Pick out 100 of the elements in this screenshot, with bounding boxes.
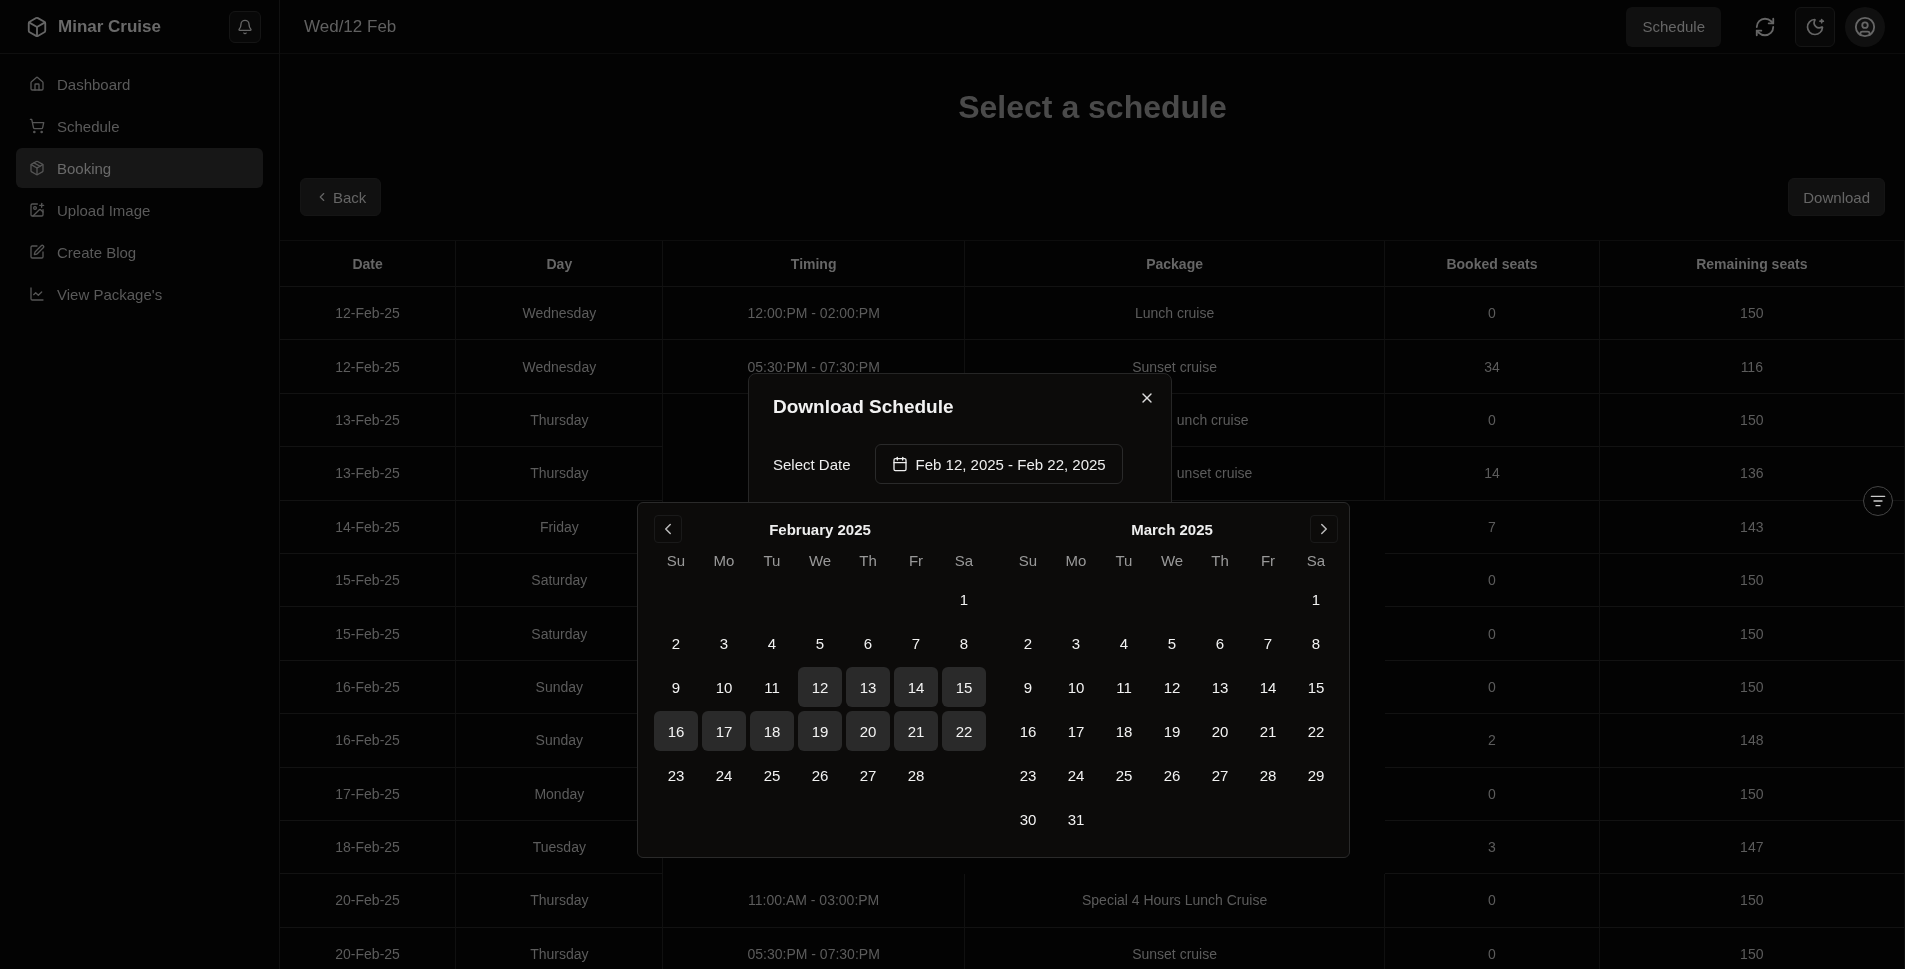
calendar-day[interactable]: 1 xyxy=(942,579,986,619)
calendar-day[interactable]: 1 xyxy=(1294,579,1338,619)
calendar-day[interactable]: 22 xyxy=(1294,711,1338,751)
table-cell: 18-Feb-25 xyxy=(280,820,457,875)
calendar-day[interactable]: 3 xyxy=(1054,623,1098,663)
calendar-day[interactable]: 31 xyxy=(1054,799,1098,839)
calendar-day[interactable]: 25 xyxy=(750,755,794,795)
moon-icon xyxy=(1805,16,1825,37)
column-header: Date xyxy=(280,241,457,287)
calendar-day[interactable]: 30 xyxy=(1006,799,1050,839)
calendar-day[interactable]: 28 xyxy=(894,755,938,795)
weekday-label: Fr xyxy=(1259,550,1277,571)
calendar-day[interactable]: 14 xyxy=(894,667,938,707)
table-cell: 12-Feb-25 xyxy=(280,340,457,394)
calendar-day[interactable]: 11 xyxy=(1102,667,1146,707)
calendar-day[interactable]: 16 xyxy=(1006,711,1050,751)
calendar-day[interactable]: 14 xyxy=(1246,667,1290,707)
calendar-day[interactable]: 21 xyxy=(1246,711,1290,751)
table-cell: 150 xyxy=(1599,393,1905,448)
calendar-day[interactable]: 11 xyxy=(750,667,794,707)
column-header: Timing xyxy=(663,241,965,287)
theme-button[interactable] xyxy=(1795,6,1835,47)
calendar-day[interactable]: 20 xyxy=(846,711,890,751)
calendar-day[interactable]: 4 xyxy=(1102,623,1146,663)
calendar-day[interactable]: 18 xyxy=(1102,711,1146,751)
chart-icon xyxy=(29,286,45,302)
calendar-day[interactable]: 6 xyxy=(1198,623,1242,663)
current-date: Wed/12 Feb xyxy=(304,16,398,37)
calendar-day[interactable]: 6 xyxy=(846,623,890,663)
calendar-day[interactable]: 19 xyxy=(798,711,842,751)
calendar-day[interactable]: 2 xyxy=(1006,623,1050,663)
previous-month-button[interactable] xyxy=(654,515,682,543)
calendar-day[interactable]: 13 xyxy=(846,667,890,707)
table-cell: 11:00:AM - 03:00:PM xyxy=(663,874,965,928)
table-cell: 150 xyxy=(1599,927,1905,969)
table-cell: 150 xyxy=(1599,553,1905,608)
calendar-day[interactable]: 24 xyxy=(1054,755,1098,795)
weekday-label: Su xyxy=(665,550,687,571)
table-cell: 116 xyxy=(1599,340,1905,394)
calendar-day[interactable]: 17 xyxy=(702,711,746,751)
calendar-day[interactable]: 10 xyxy=(1054,667,1098,707)
next-month-button[interactable] xyxy=(1310,515,1338,543)
table-cell: 147 xyxy=(1599,820,1905,875)
calendar-day[interactable]: 9 xyxy=(1006,667,1050,707)
calendar-day[interactable]: 22 xyxy=(942,711,986,751)
calendar-day[interactable]: 8 xyxy=(1294,623,1338,663)
calendar-day[interactable]: 21 xyxy=(894,711,938,751)
brand-name: Minar Cruise xyxy=(58,16,162,37)
calendar-day[interactable]: 12 xyxy=(1150,667,1194,707)
calendar-day[interactable]: 8 xyxy=(942,623,986,663)
weekday-label: Tu xyxy=(762,550,782,571)
calendar-day[interactable]: 26 xyxy=(798,755,842,795)
calendar-day[interactable]: 7 xyxy=(894,623,938,663)
calendar-day[interactable]: 4 xyxy=(750,623,794,663)
weekday-label: Mo xyxy=(712,550,736,571)
calendar-day[interactable]: 7 xyxy=(1246,623,1290,663)
calendar-day[interactable]: 18 xyxy=(750,711,794,751)
table-cell: Lunch cruise xyxy=(964,287,1386,341)
table-cell: 12-Feb-25 xyxy=(280,287,457,341)
calendar-day[interactable]: 20 xyxy=(1198,711,1242,751)
filter-button[interactable] xyxy=(1863,486,1893,516)
table-cell: 17-Feb-25 xyxy=(280,767,457,821)
weekday-label: Sa xyxy=(953,550,975,571)
dialog-title: Download Schedule xyxy=(773,396,955,418)
table-cell: Thursday xyxy=(456,927,664,969)
calendar-day[interactable]: 16 xyxy=(654,711,698,751)
calendar-day[interactable]: 24 xyxy=(702,755,746,795)
calendar-day[interactable]: 13 xyxy=(1198,667,1242,707)
table-cell: 2 xyxy=(1385,714,1600,768)
weekday-label: Su xyxy=(1017,550,1039,571)
calendar-day[interactable]: 28 xyxy=(1246,755,1290,795)
calendar-day[interactable]: 19 xyxy=(1150,711,1194,751)
table-cell: 150 xyxy=(1599,767,1905,821)
table-cell: 0 xyxy=(1385,874,1600,928)
calendar-day[interactable]: 10 xyxy=(702,667,746,707)
calendar-day[interactable]: 27 xyxy=(846,755,890,795)
notification-button[interactable] xyxy=(229,10,261,43)
user-button[interactable] xyxy=(1845,6,1885,47)
table-cell: 150 xyxy=(1599,607,1905,661)
calendar-day[interactable]: 5 xyxy=(798,623,842,663)
calendar-day[interactable]: 12 xyxy=(798,667,842,707)
table-cell: 0 xyxy=(1385,553,1600,608)
table-cell: 7 xyxy=(1385,500,1600,554)
table-cell: 05:30:PM - 07:30:PM xyxy=(663,927,965,969)
calendar-day[interactable]: 27 xyxy=(1198,755,1242,795)
calendar-day[interactable]: 25 xyxy=(1102,755,1146,795)
calendar-day[interactable]: 15 xyxy=(1294,667,1338,707)
package-icon xyxy=(29,160,45,176)
table-cell: 148 xyxy=(1599,714,1905,768)
calendar-day[interactable]: 29 xyxy=(1294,755,1338,795)
calendar-day[interactable]: 5 xyxy=(1150,623,1194,663)
weekday-label: We xyxy=(807,550,833,571)
column-header: Day xyxy=(456,241,664,287)
calendar-day[interactable]: 23 xyxy=(1006,755,1050,795)
column-header: Booked seats xyxy=(1385,241,1600,287)
calendar-day[interactable]: 17 xyxy=(1054,711,1098,751)
calendar-day[interactable]: 3 xyxy=(702,623,746,663)
calendar-day[interactable]: 26 xyxy=(1150,755,1194,795)
calendar-day[interactable]: 15 xyxy=(942,667,986,707)
date-range-picker[interactable]: Feb 12, 2025 - Feb 22, 2025 xyxy=(874,444,1123,484)
